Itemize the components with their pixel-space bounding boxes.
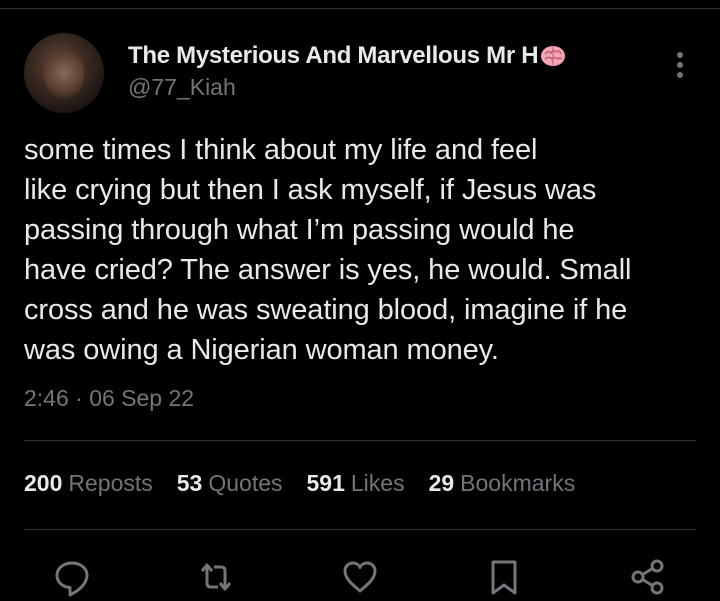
engagement-stats: 200 Reposts 53 Quotes 591 Likes 29 Bookmarks [24,470,599,497]
brain-icon [540,44,566,68]
top-divider [0,8,720,9]
reposts-label: Reposts [68,470,153,496]
quotes-label: Quotes [208,470,283,496]
likes-label: Likes [350,470,405,496]
more-options-icon[interactable] [668,50,692,80]
bookmarks-stat[interactable]: 29 Bookmarks [429,470,576,497]
divider [24,529,696,530]
likes-stat[interactable]: 591 Likes [307,470,405,497]
share-icon[interactable] [628,557,668,597]
quotes-stat[interactable]: 53 Quotes [177,470,283,497]
repost-icon[interactable] [196,557,236,597]
reposts-count: 200 [24,470,63,496]
bookmarks-label: Bookmarks [460,470,576,496]
author-handle[interactable]: @77_Kiah [128,74,236,101]
tweet-text: some times I think about my life and fee… [24,134,632,366]
author-display-name[interactable]: The Mysterious And Marvellous Mr H [128,42,539,70]
divider [24,440,696,441]
reposts-stat[interactable]: 200 Reposts [24,470,153,497]
like-icon[interactable] [340,557,380,597]
avatar[interactable] [24,33,104,113]
author-name-row[interactable]: The Mysterious And Marvellous Mr H [128,42,566,70]
bookmark-icon[interactable] [484,557,524,597]
likes-count: 591 [306,470,345,496]
bookmarks-count: 29 [428,470,455,496]
tweet-timestamp[interactable]: 2:46 · 06 Sep 22 [24,385,194,412]
action-bar [0,557,720,597]
reply-icon[interactable] [52,557,92,597]
quotes-count: 53 [176,470,203,496]
